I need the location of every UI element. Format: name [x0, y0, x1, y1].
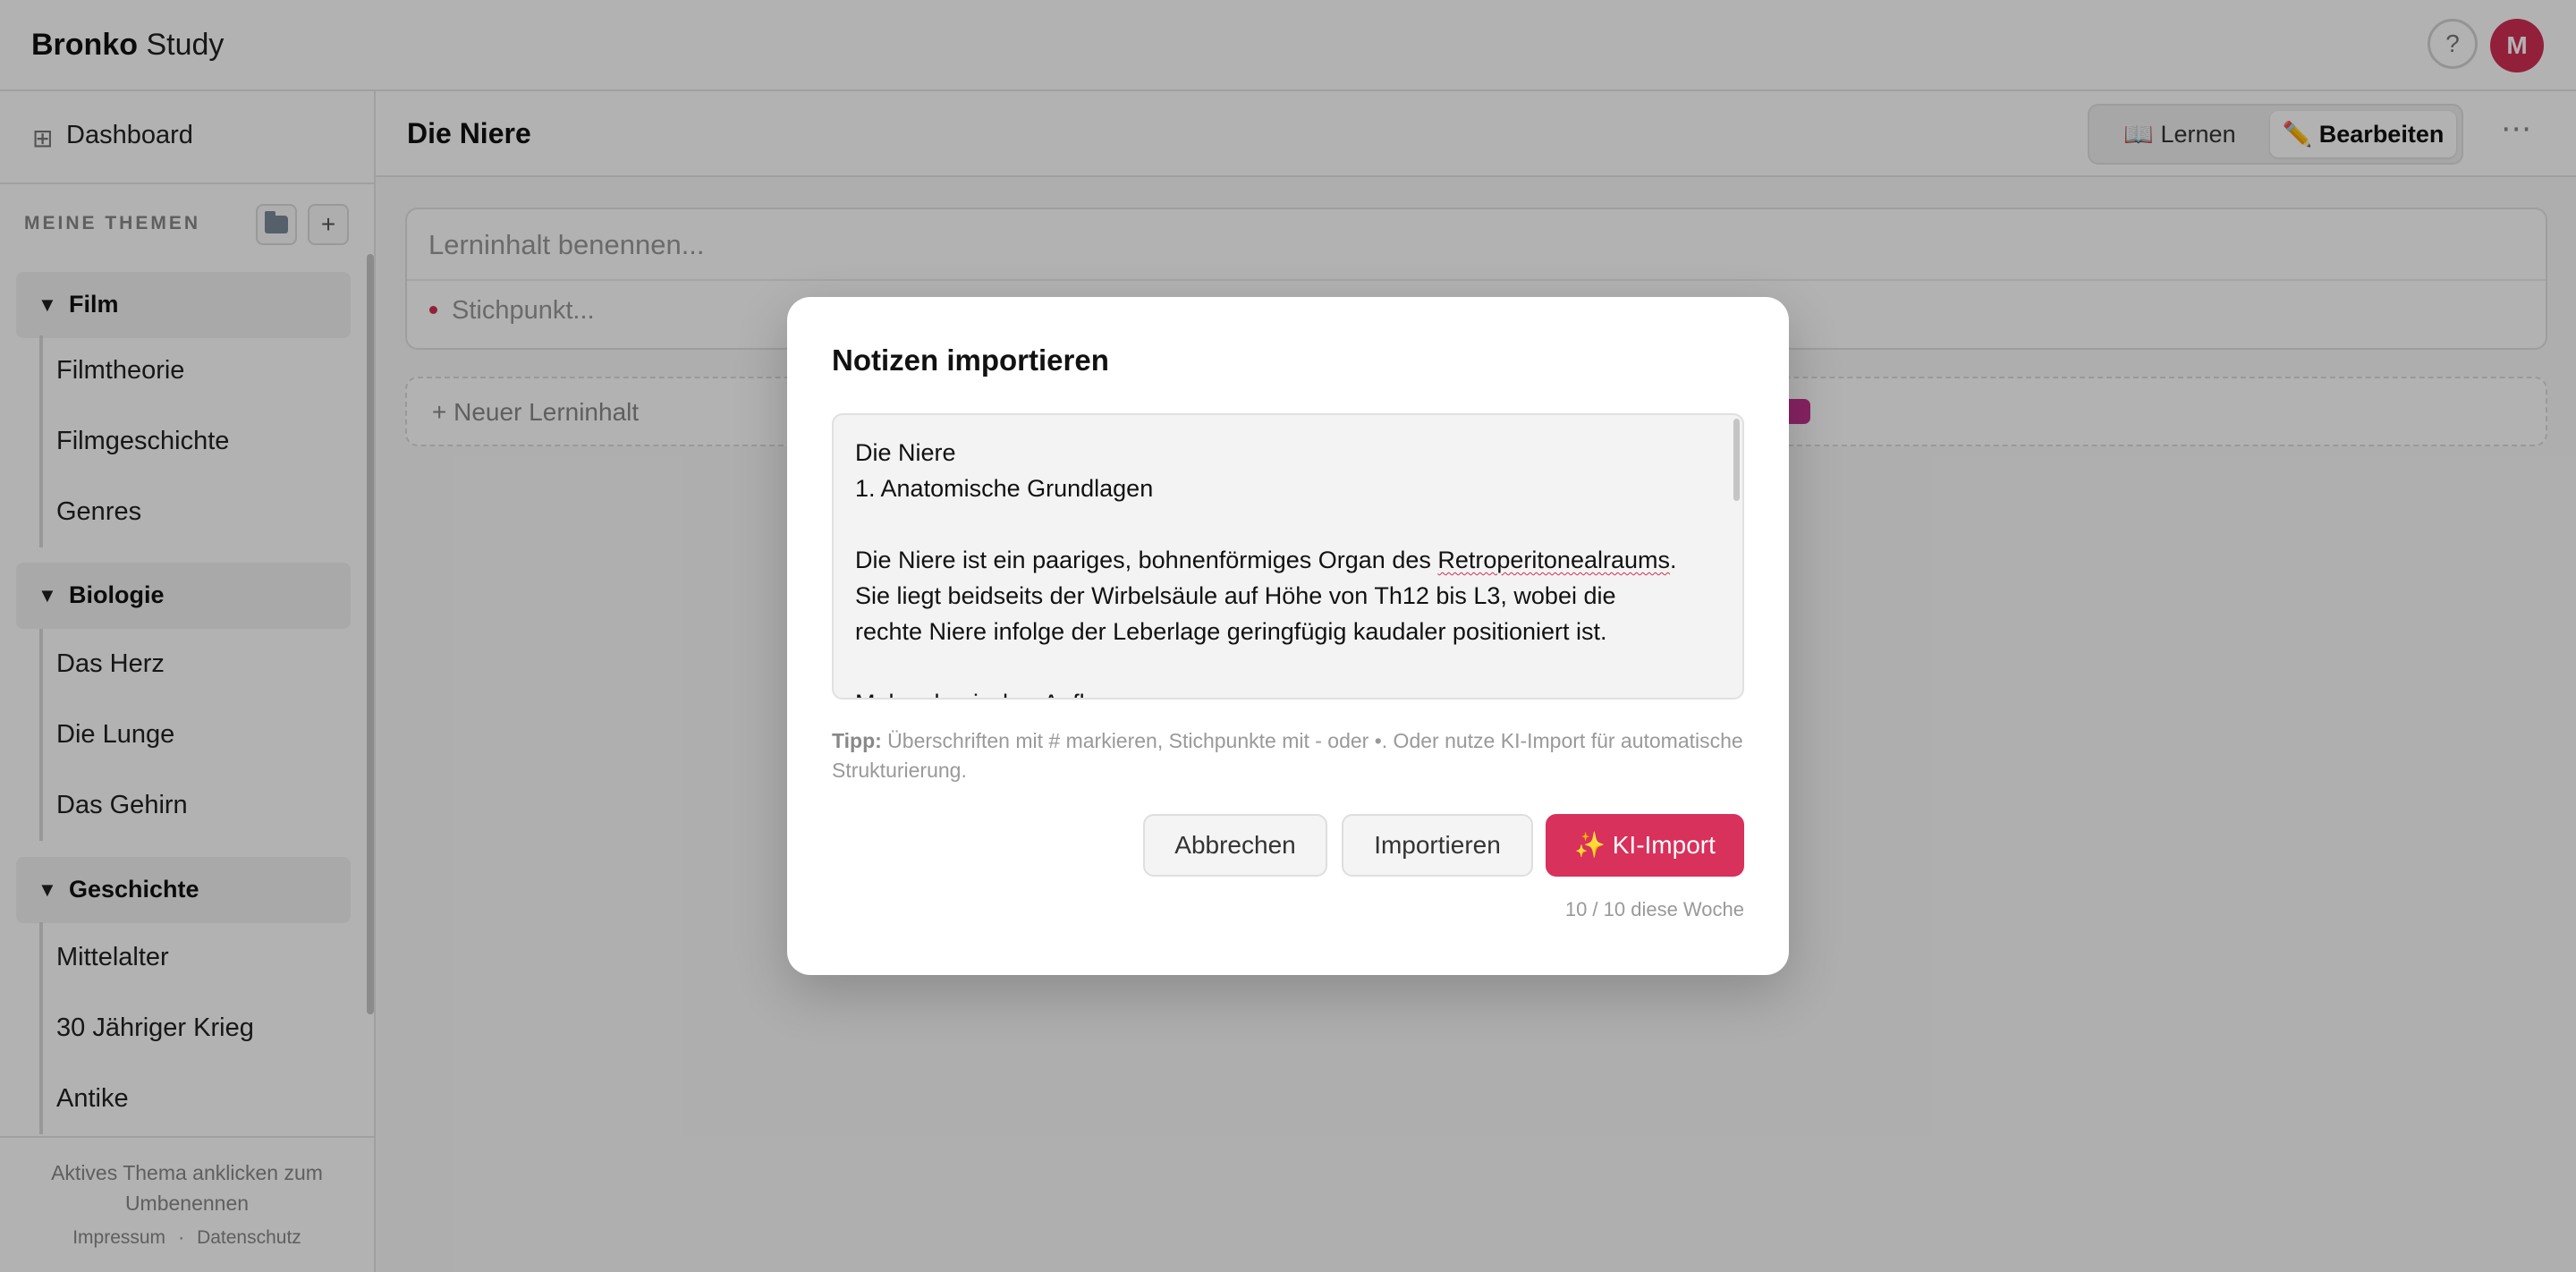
notes-textarea[interactable]: Die Niere 1. Anatomische Grundlagen Die … [832, 413, 1744, 700]
import-tip: Tipp: Überschriften mit # markieren, Sti… [832, 729, 1743, 782]
textarea-scrollbar[interactable] [1733, 419, 1740, 501]
usage-quota: 10 / 10 diese Woche [1564, 898, 1744, 920]
import-button[interactable]: Importieren [1342, 814, 1533, 877]
notes-content: Die Niere 1. Anatomische Grundlagen Die … [855, 439, 1677, 698]
cancel-button[interactable]: Abbrechen [1143, 814, 1327, 877]
dialog-title: Notizen importieren [832, 343, 1109, 377]
ki-import-button[interactable]: ✨ KI-Import [1546, 814, 1744, 877]
import-notes-dialog: Notizen importieren Die Niere 1. Anatomi… [787, 297, 1789, 975]
